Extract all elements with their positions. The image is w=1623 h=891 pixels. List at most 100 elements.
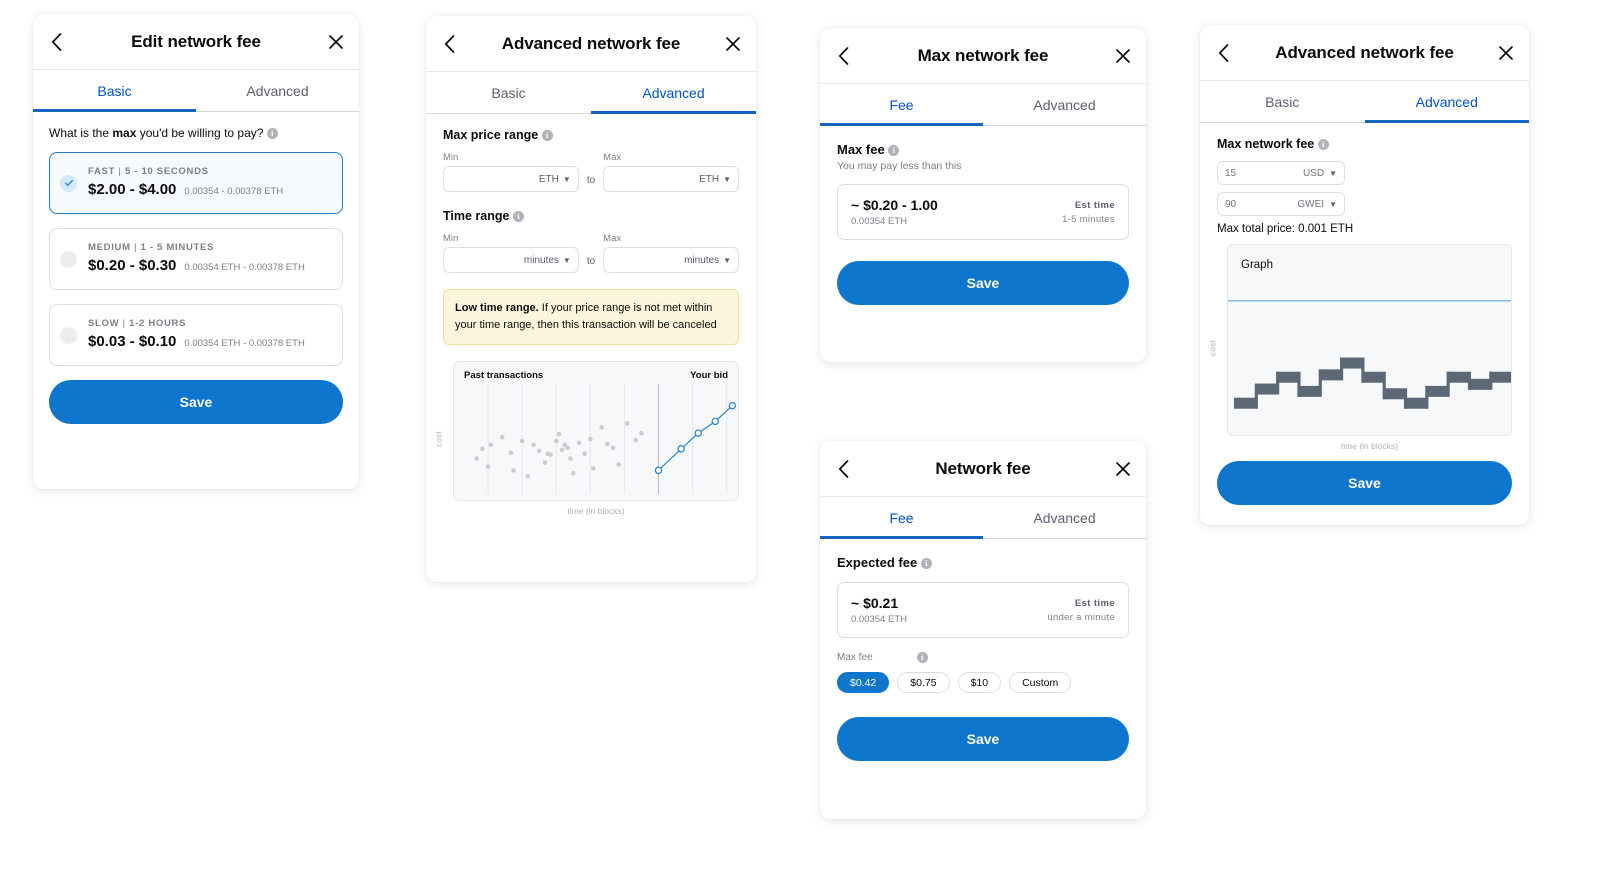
card1-body: What is the max you'd be willing to pay?…	[33, 112, 359, 442]
card1-tabs: Basic Advanced	[33, 70, 359, 112]
info-icon[interactable]: i	[541, 130, 553, 141]
time-max-input[interactable]: minutes ▼	[603, 247, 739, 273]
slow-eth: 0.00354 ETH - 0.00378 ETH	[184, 338, 305, 350]
time-min-input[interactable]: minutes ▼	[443, 247, 579, 273]
info-icon[interactable]: i	[1317, 139, 1329, 150]
max-fee-row: Max fee i	[837, 652, 1129, 663]
tab-advanced[interactable]: Advanced	[983, 497, 1146, 538]
info-icon[interactable]: i	[920, 558, 932, 569]
close-icon[interactable]	[1110, 43, 1136, 69]
legend-past-transactions: Past transactions	[464, 370, 544, 382]
tab-fee[interactable]: Fee	[820, 497, 983, 539]
price-min-field: Min ETH ▼	[443, 152, 579, 192]
info-icon[interactable]: i	[916, 652, 928, 663]
radio-slow[interactable]	[60, 326, 77, 344]
max-fee-amount: ~ $0.20 - 1.00	[851, 197, 938, 213]
close-icon[interactable]	[720, 31, 746, 57]
time-min-label: Min	[443, 233, 459, 244]
usd-unit: USD	[1302, 167, 1325, 179]
max-fee-eth: 0.00354 ETH	[851, 216, 907, 227]
price-to-label: to	[586, 175, 596, 186]
card1-header: Edit network fee	[33, 14, 359, 70]
max-total-price-text: Max total price: 0.001 ETH	[1217, 223, 1354, 235]
back-icon[interactable]	[436, 31, 462, 57]
chart-x-label: time (in blocks)	[567, 506, 625, 517]
graph-x-label: time (in blocks)	[1340, 441, 1399, 451]
gas-graph-box: Graph	[1227, 244, 1512, 436]
back-icon[interactable]	[830, 456, 856, 482]
tab-advanced[interactable]: Advanced	[983, 84, 1146, 125]
price-min-label: Min	[443, 152, 459, 163]
fee-option-medium[interactable]: MEDIUM | 1 - 5 MINUTES $0.20 - $0.30 0.00…	[49, 228, 343, 290]
fee-option-slow-text: SLOW | 1-2 HOURS $0.03 - $0.10 0.00354 ET…	[88, 318, 305, 353]
card4-title: Network fee	[935, 458, 1031, 478]
expected-fee-title: Expected fee	[837, 555, 918, 570]
low-time-range-warning: Low time range. If your price range is n…	[443, 289, 739, 346]
price-max-input[interactable]: ETH ▼	[603, 166, 739, 192]
max-price-range-heading: Max price range i	[443, 128, 739, 142]
card3-title: Max network fee	[917, 45, 1049, 65]
expected-fee-est-group: Est time under a minute	[1047, 598, 1115, 623]
back-icon[interactable]	[830, 43, 856, 69]
medium-speed: MEDIUM	[88, 241, 131, 253]
gwei-amount-input[interactable]: 90 GWEI ▼	[1217, 192, 1345, 216]
price-min-unit: ETH	[538, 173, 559, 185]
est-time-label: Est time	[1074, 199, 1115, 211]
time-min-field: Min minutes ▼	[443, 233, 579, 273]
chevron-down-icon: ▼	[562, 174, 571, 184]
save-button[interactable]: Save	[1217, 461, 1512, 505]
tab-fee[interactable]: Fee	[820, 84, 983, 126]
price-min-input[interactable]: ETH ▼	[443, 166, 579, 192]
chip-custom[interactable]: Custom	[1009, 672, 1072, 693]
card4-header: Network fee	[820, 441, 1146, 497]
chip-0-75[interactable]: $0.75	[897, 672, 950, 693]
max-fee-summary-box: ~ $0.20 - 1.00 0.00354 ETH Est time 1-5 …	[837, 184, 1129, 240]
fast-sep: |	[115, 165, 125, 177]
info-icon[interactable]: i	[512, 211, 524, 222]
max-fee-est-group: Est time 1-5 minutes	[1062, 200, 1115, 225]
gwei-unit: GWEI	[1297, 198, 1325, 210]
tab-advanced[interactable]: Advanced	[1364, 81, 1530, 123]
fee-option-fast[interactable]: FAST | 5 - 10 SECONDS $2.00 - $4.00 0.003…	[49, 152, 343, 214]
gas-graph-wrap: cost Graph time (in blocks)	[1208, 244, 1512, 451]
chip-0-42[interactable]: $0.42	[837, 672, 890, 693]
slow-sep: |	[119, 317, 130, 329]
max-fee-title: Max fee	[837, 142, 885, 157]
info-icon[interactable]: i	[888, 145, 900, 156]
close-icon[interactable]	[323, 29, 349, 55]
radio-fast[interactable]	[60, 174, 77, 192]
fee-option-fast-values: $2.00 - $4.00 0.00354 - 0.00378 ETH	[88, 180, 283, 200]
back-icon[interactable]	[43, 29, 69, 55]
prompt-post: you'd be willing to pay?	[136, 126, 264, 140]
save-button[interactable]: Save	[837, 717, 1129, 761]
time-range-heading: Time range i	[443, 209, 739, 223]
card-advanced-network-fee-graph: Advanced network fee Basic Advanced Max …	[1200, 25, 1529, 525]
radio-medium[interactable]	[60, 250, 77, 268]
close-icon[interactable]	[1493, 40, 1519, 66]
card3-tabs: Fee Advanced	[820, 84, 1146, 126]
time-range-title: Time range	[443, 209, 510, 223]
tab-advanced[interactable]: Advanced	[591, 72, 756, 114]
save-button[interactable]: Save	[837, 261, 1129, 305]
close-icon[interactable]	[1110, 456, 1136, 482]
tab-basic[interactable]: Basic	[1200, 81, 1365, 122]
fee-option-fast-text: FAST | 5 - 10 SECONDS $2.00 - $4.00 0.003…	[88, 166, 283, 201]
tab-advanced[interactable]: Advanced	[196, 70, 359, 111]
save-button[interactable]: Save	[49, 380, 343, 424]
scatter-plot-svg	[474, 384, 737, 495]
prompt-bold: max	[112, 126, 137, 140]
info-icon[interactable]: i	[266, 128, 278, 139]
chevron-down-icon: ▼	[1329, 168, 1337, 178]
max-fee-subtitle: You may pay less than this	[837, 160, 962, 172]
back-icon[interactable]	[1210, 40, 1236, 66]
graph-y-label: cost	[1208, 339, 1218, 356]
max-price-range-title: Max price range	[443, 128, 539, 142]
time-min-unit: minutes	[523, 254, 559, 266]
card3-body: Max fee i You may pay less than this ~ $…	[820, 126, 1146, 323]
fee-option-slow[interactable]: SLOW | 1-2 HOURS $0.03 - $0.10 0.00354 ET…	[49, 304, 343, 366]
tab-basic[interactable]: Basic	[33, 70, 196, 112]
usd-amount-input[interactable]: 15 USD ▼	[1217, 161, 1345, 185]
tab-basic[interactable]: Basic	[426, 72, 591, 113]
expected-fee-eth: 0.00354 ETH	[851, 614, 907, 625]
chip-10[interactable]: $10	[957, 672, 1002, 693]
